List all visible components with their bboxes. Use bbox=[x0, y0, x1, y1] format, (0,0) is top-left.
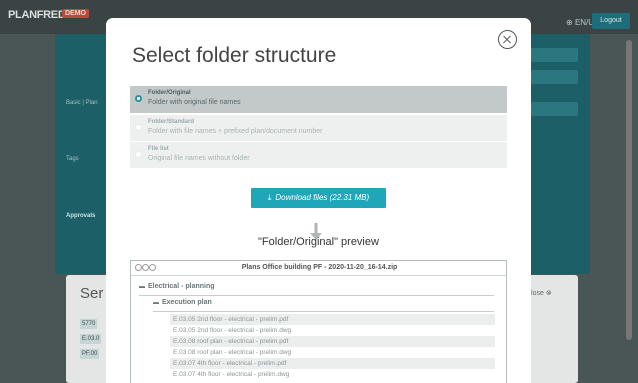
lower-tag: 5770 bbox=[80, 319, 98, 329]
window-titlebar: Plans Office building PF - 2020-11-20_16… bbox=[131, 261, 506, 276]
radio-button[interactable] bbox=[135, 124, 142, 131]
logout-button[interactable]: Logout bbox=[592, 13, 630, 29]
approvals-label: Approvals bbox=[66, 213, 96, 219]
file-item: E.03.07 4th floor - electrical - prelim.… bbox=[173, 371, 290, 378]
file-item: E.03.05 2nd floor - electrical - prelim.… bbox=[173, 327, 292, 334]
file-item: E.03.08 roof plan - electrical - prelim.… bbox=[173, 349, 292, 356]
page-scrollbar[interactable] bbox=[626, 40, 632, 340]
folder-label: Execution plan bbox=[162, 299, 212, 306]
tags-label: Tags bbox=[66, 156, 79, 162]
folder-structure-dialog: Select folder structure Folder/Original … bbox=[106, 18, 531, 383]
option-description: Folder with original file names bbox=[148, 99, 241, 106]
side-panel-item[interactable] bbox=[530, 70, 578, 84]
divider bbox=[139, 295, 494, 296]
option-description: Folder with file names + prefixed plan/d… bbox=[148, 128, 323, 135]
radio-button[interactable] bbox=[135, 151, 142, 158]
basic-plan-label: Basic | Plan bbox=[66, 100, 98, 106]
option-title: Folder/Original bbox=[148, 90, 191, 96]
window-title: Plans Office building PF - 2020-11-20_16… bbox=[241, 264, 398, 271]
divider bbox=[153, 311, 494, 312]
file-item: E.03.08 roof plan - electrical - prelim.… bbox=[170, 336, 495, 347]
close-icon[interactable] bbox=[498, 30, 517, 49]
folder-electrical-planning: ▬ Electrical - planning bbox=[139, 283, 215, 290]
lower-tag: E.03.0 bbox=[80, 334, 102, 344]
zip-preview-window: Plans Office building PF - 2020-11-20_16… bbox=[130, 260, 507, 383]
lower-panel-title: Ser bbox=[80, 285, 104, 302]
lower-tag: PF.00 bbox=[80, 349, 100, 359]
planfred-logo[interactable]: PLANFRED bbox=[8, 9, 66, 21]
download-label: Download files (22.31 MB) bbox=[275, 193, 370, 202]
file-item: E.03.05 2nd floor - electrical - prelim.… bbox=[170, 314, 495, 325]
option-title: File list bbox=[148, 146, 169, 152]
option-description: Original file names without folder bbox=[148, 155, 250, 162]
download-files-button[interactable]: ⤓ Download files (22.31 MB) bbox=[251, 188, 386, 208]
folder-execution-plan: ▬ Execution plan bbox=[153, 299, 212, 306]
preview-label: "Folder/Original" preview bbox=[258, 236, 379, 248]
folder-icon: ▬ bbox=[153, 300, 159, 306]
dialog-title: Select folder structure bbox=[132, 44, 337, 67]
option-file-list[interactable]: File list Original file names without fo… bbox=[130, 142, 507, 168]
file-item: E.03.07 4th floor - electrical - prelim.… bbox=[170, 358, 495, 369]
folder-icon: ▬ bbox=[139, 284, 145, 290]
demo-badge: DEMO bbox=[62, 9, 89, 18]
option-folder-standard[interactable]: Folder/Standard Folder with file names +… bbox=[130, 115, 507, 141]
radio-button[interactable] bbox=[135, 95, 142, 102]
download-icon: ⤓ bbox=[267, 193, 272, 202]
side-panel-item[interactable] bbox=[530, 48, 578, 62]
side-panel-dropdown[interactable] bbox=[530, 102, 578, 116]
folder-label: Electrical - planning bbox=[148, 283, 215, 290]
option-folder-original[interactable]: Folder/Original Folder with original fil… bbox=[130, 86, 507, 113]
option-title: Folder/Standard bbox=[148, 119, 195, 125]
